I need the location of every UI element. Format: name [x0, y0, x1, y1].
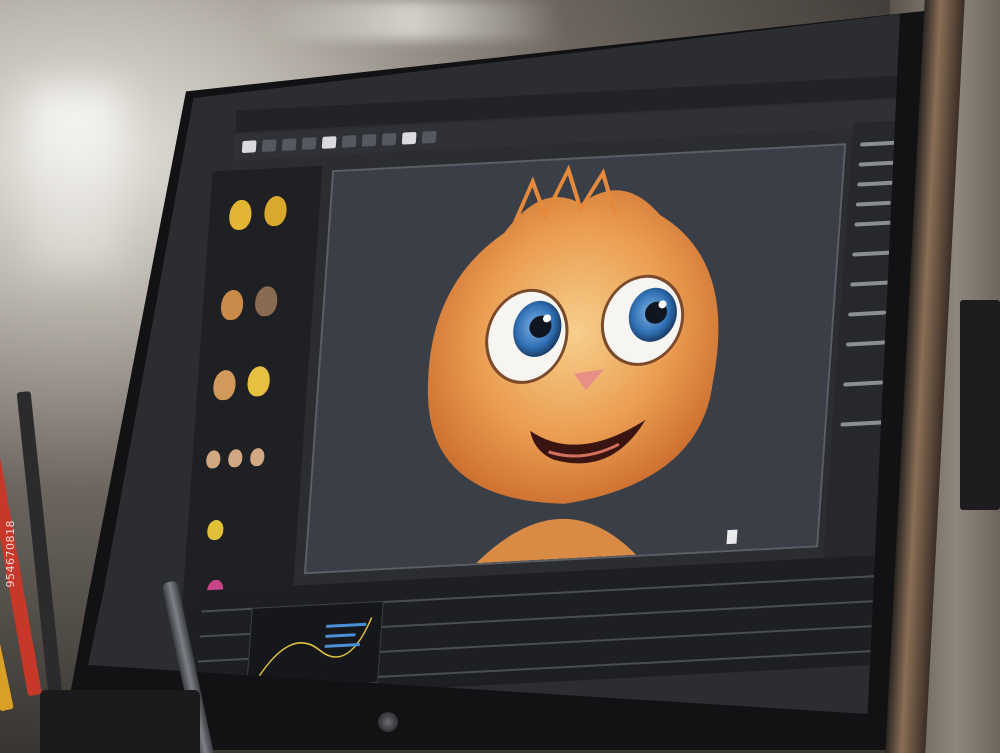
- asset-thumbnail[interactable]: [246, 365, 271, 397]
- cup-base: [40, 690, 200, 753]
- property-row[interactable]: [852, 250, 895, 257]
- background-monitor: [960, 300, 1000, 510]
- stock-watermark: 954670818: [4, 520, 17, 588]
- scale-tool-icon[interactable]: [301, 137, 317, 150]
- asset-thumbnail[interactable]: [228, 199, 253, 231]
- animation-curve: [257, 617, 373, 679]
- asset-thumbnail[interactable]: [249, 447, 265, 467]
- ceiling-light: [260, 0, 560, 40]
- asset-thumbnail[interactable]: [263, 195, 288, 227]
- curve-key: [325, 633, 356, 638]
- asset-thumbnail[interactable]: [254, 285, 279, 317]
- property-row[interactable]: [855, 200, 891, 207]
- light-tool-icon[interactable]: [361, 134, 377, 147]
- viewport-marker: [726, 529, 738, 545]
- property-row[interactable]: [848, 310, 887, 317]
- window-light: [30, 90, 120, 270]
- play-button-icon[interactable]: [401, 131, 417, 145]
- curve-key: [326, 622, 367, 628]
- move-tool-icon[interactable]: [261, 139, 277, 152]
- camera-tool-icon[interactable]: [341, 135, 357, 148]
- 3d-viewport[interactable]: [303, 143, 847, 575]
- asset-thumbnail[interactable]: [220, 289, 245, 321]
- rotate-tool-icon[interactable]: [281, 138, 297, 151]
- select-tool-icon[interactable]: [241, 140, 257, 154]
- monitor-webcam-dot: [378, 712, 398, 732]
- asset-thumbnail[interactable]: [212, 369, 237, 401]
- asset-thumbnail[interactable]: [227, 448, 243, 468]
- character-render: [306, 145, 845, 573]
- property-row[interactable]: [843, 380, 884, 387]
- asset-thumbnail[interactable]: [205, 450, 221, 469]
- keyframe-tool-icon[interactable]: [381, 132, 397, 146]
- render-tool-icon[interactable]: [321, 136, 337, 149]
- property-row[interactable]: [858, 160, 899, 167]
- photo-scene: 954670818: [0, 0, 1000, 753]
- asset-thumbnail[interactable]: [206, 519, 225, 541]
- settings-gear-icon[interactable]: [421, 130, 437, 144]
- curve-graph: [257, 617, 373, 679]
- animation-software-ui: [92, 14, 900, 714]
